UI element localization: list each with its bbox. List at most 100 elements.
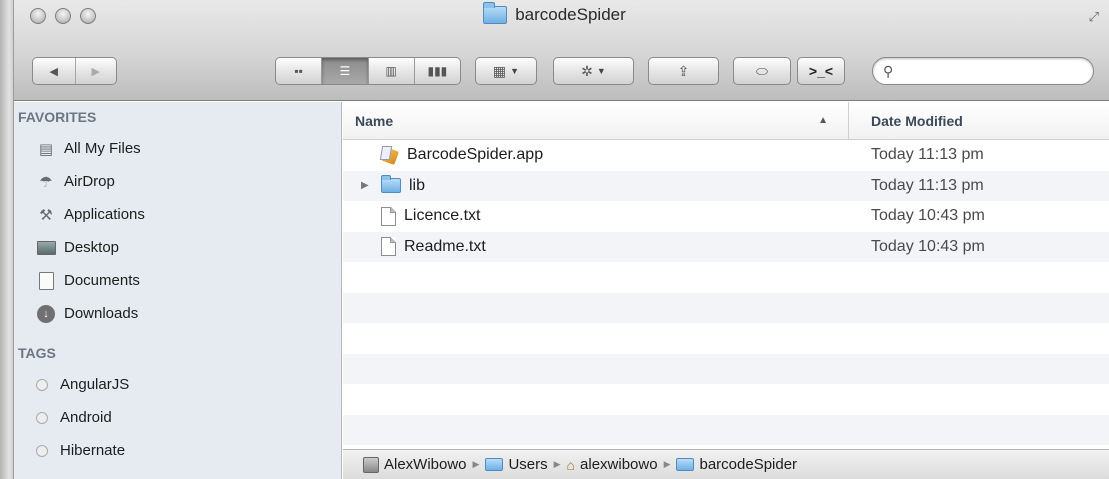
desktop-icon xyxy=(36,240,56,255)
sidebar-item-label: AirDrop xyxy=(64,173,115,190)
empty-row xyxy=(343,353,1109,384)
file-date: Today 10:43 pm xyxy=(871,237,985,255)
empty-row xyxy=(343,262,1109,293)
arrange-button[interactable]: ▦ ▼ xyxy=(475,57,537,85)
search-icon: ⚲ xyxy=(883,62,894,79)
tags-heading: TAGS xyxy=(18,345,56,361)
sidebar: FAVORITES ▤ All My Files ☂ AirDrop ⚒ App… xyxy=(14,102,342,479)
text-file-icon xyxy=(381,206,396,226)
file-name: Licence.txt xyxy=(404,207,481,225)
documents-icon xyxy=(38,271,54,290)
sidebar-item-label: All My Files xyxy=(64,140,141,157)
file-name: BarcodeSpider.app xyxy=(407,146,544,164)
airdrop-icon: ☂ xyxy=(39,173,53,191)
sidebar-item-label: Hibernate xyxy=(60,442,126,459)
sidebar-item-airdrop[interactable]: ☂ AirDrop xyxy=(14,165,341,198)
back-arrow-icon[interactable]: ◀ xyxy=(33,58,75,84)
empty-row xyxy=(343,292,1109,323)
empty-row xyxy=(343,323,1109,354)
file-date: Today 10:43 pm xyxy=(871,207,985,225)
toolbar: barcodeSpider ⤢ ◀ ▶ ▪▪ ☰ ▥ ▮▮▮ ▦ ▼ ✲ ▼ ⇪ ⬭… xyxy=(0,0,1109,101)
folder-icon xyxy=(676,458,695,471)
path-item-current[interactable]: barcodeSpider xyxy=(676,456,797,473)
path-item-label: AlexWibowo xyxy=(384,456,467,473)
date-column-header[interactable]: Date Modified xyxy=(849,113,963,129)
path-item-label: barcodeSpider xyxy=(699,456,798,473)
sidebar-item-tag[interactable]: Hibernate xyxy=(14,434,341,467)
sidebar-item-tag[interactable]: Android xyxy=(14,401,341,434)
applications-icon: ⚒ xyxy=(39,206,53,224)
downloads-icon: ↓ xyxy=(37,304,55,323)
search-field[interactable]: ⚲ xyxy=(872,57,1094,85)
users-folder-icon xyxy=(485,458,504,471)
sidebar-item-label: Desktop xyxy=(64,239,120,256)
gear-icon: ✲ xyxy=(581,62,593,79)
hard-disk-icon xyxy=(363,456,379,473)
sidebar-item-label: Documents xyxy=(64,272,140,289)
file-list: Name ▲ Date Modified BarcodeSpider.app T… xyxy=(343,102,1109,449)
view-mode-control: ▪▪ ☰ ▥ ▮▮▮ xyxy=(275,57,461,85)
file-row[interactable]: Licence.txt Today 10:43 pm xyxy=(343,201,1109,232)
terminal-icon: >_< xyxy=(808,63,834,79)
path-item-label: alexwibowo xyxy=(580,456,658,473)
forward-arrow-icon[interactable]: ▶ xyxy=(74,58,117,84)
tag-circle-icon xyxy=(36,378,48,391)
coverflow-view-icon[interactable]: ▮▮▮ xyxy=(413,58,460,84)
sidebar-item-applications[interactable]: ⚒ Applications xyxy=(14,198,341,231)
path-separator-icon: ▶ xyxy=(472,459,480,469)
path-separator-icon: ▶ xyxy=(553,459,561,469)
sidebar-item-desktop[interactable]: Desktop xyxy=(14,231,341,264)
file-date: Today 11:13 pm xyxy=(871,176,984,194)
sidebar-item-downloads[interactable]: ↓ Downloads xyxy=(14,297,341,330)
column-header-row: Name ▲ Date Modified xyxy=(343,102,1109,140)
text-file-icon xyxy=(381,237,396,257)
path-item-disk[interactable]: AlexWibowo xyxy=(363,456,467,473)
folder-icon xyxy=(483,2,508,24)
disclosure-triangle-icon[interactable]: ▶ xyxy=(361,180,373,191)
tag-circle-icon xyxy=(36,411,48,424)
empty-row xyxy=(343,384,1109,415)
path-item-label: Users xyxy=(508,456,548,473)
file-date: Today 11:13 pm xyxy=(871,146,984,164)
home-icon: ⌂ xyxy=(566,456,576,473)
sidebar-item-label: AngularJS xyxy=(60,376,130,393)
share-icon: ⇪ xyxy=(677,62,690,79)
file-name: Readme.txt xyxy=(404,237,486,255)
chevron-down-icon: ▼ xyxy=(596,66,606,76)
folder-icon xyxy=(381,175,401,194)
tag-circle-icon xyxy=(36,444,48,457)
sidebar-item-label: Applications xyxy=(64,206,145,223)
favorites-heading: FAVORITES xyxy=(18,109,97,125)
name-column-header[interactable]: Name ▲ xyxy=(343,102,849,139)
file-row[interactable]: Readme.txt Today 10:43 pm xyxy=(343,231,1109,262)
search-input[interactable] xyxy=(899,63,1080,79)
action-button[interactable]: ✲ ▼ xyxy=(553,57,634,85)
icon-view-icon[interactable]: ▪▪ xyxy=(276,58,321,84)
fullscreen-icon[interactable]: ⤢ xyxy=(1089,9,1099,25)
sort-ascending-icon: ▲ xyxy=(818,115,828,126)
file-rows: BarcodeSpider.app Today 11:13 pm ▶ lib T… xyxy=(343,140,1109,445)
sidebar-item-tag[interactable]: AngularJS xyxy=(14,368,341,401)
terminal-button[interactable]: >_< xyxy=(797,57,845,85)
file-row[interactable]: ▶ lib Today 11:13 pm xyxy=(343,170,1109,201)
file-row[interactable]: BarcodeSpider.app Today 11:13 pm xyxy=(343,140,1109,171)
path-bar: AlexWibowo ▶ Users ▶ ⌂ alexwibowo ▶ barc… xyxy=(343,449,1109,479)
all-files-icon: ▤ xyxy=(38,140,54,158)
tag-button[interactable]: ⬭ xyxy=(733,57,791,85)
column-view-icon[interactable]: ▥ xyxy=(367,58,414,84)
name-column-label: Name xyxy=(355,112,394,129)
path-item-home[interactable]: ⌂ alexwibowo xyxy=(567,456,658,473)
app-icon xyxy=(381,146,399,165)
back-forward-control: ◀ ▶ xyxy=(32,57,117,85)
share-button[interactable]: ⇪ xyxy=(648,57,719,85)
sidebar-item-documents[interactable]: Documents xyxy=(14,264,341,297)
chevron-down-icon: ▼ xyxy=(510,66,520,76)
tag-icon: ⬭ xyxy=(756,62,768,79)
empty-row xyxy=(343,414,1109,445)
sidebar-item-label: Android xyxy=(60,409,112,426)
sidebar-item-all-my-files[interactable]: ▤ All My Files xyxy=(14,132,341,165)
file-name: lib xyxy=(409,176,426,194)
window-left-edge xyxy=(0,0,14,479)
path-item-users[interactable]: Users xyxy=(485,456,548,473)
list-view-icon[interactable]: ☰ xyxy=(321,58,368,84)
